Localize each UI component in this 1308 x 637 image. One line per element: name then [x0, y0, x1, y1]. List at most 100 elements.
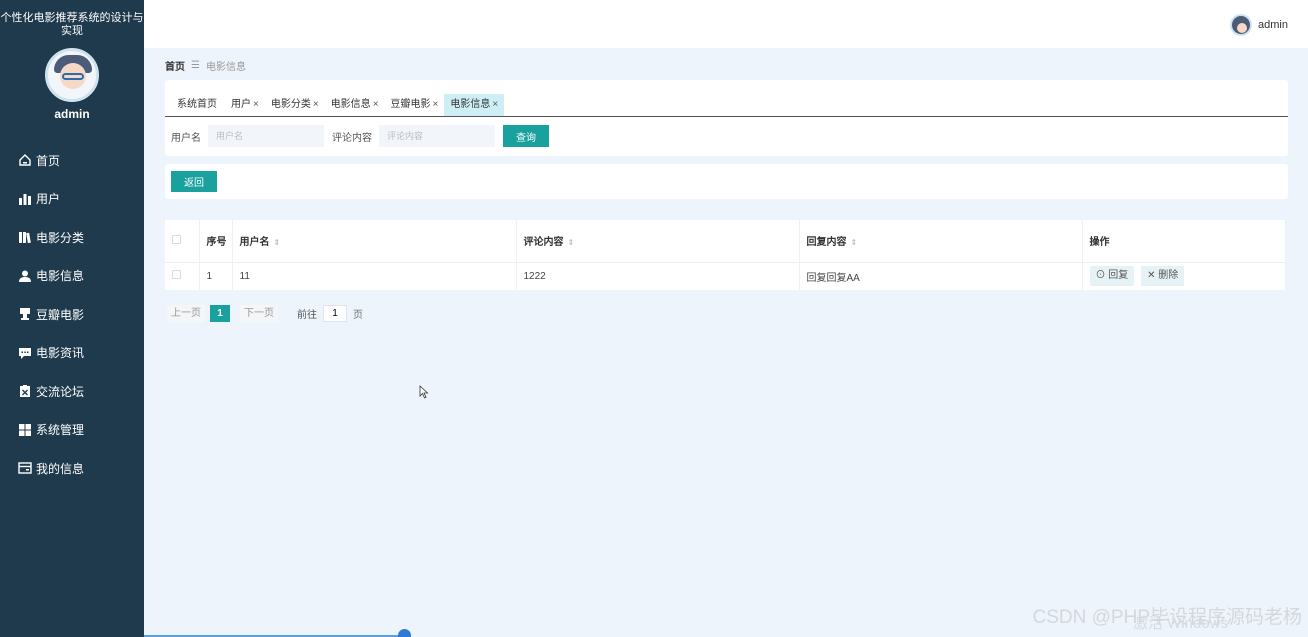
goto-label: 前往 — [297, 310, 317, 321]
sidebar-item-forum[interactable]: 交流论坛 — [0, 372, 144, 411]
sidebar-item-label: 电影资讯 — [36, 346, 85, 361]
next-page-button[interactable]: 下一页 — [240, 305, 278, 322]
goto-page-input[interactable] — [323, 305, 347, 322]
col-reply-label: 回复内容 — [806, 237, 847, 249]
tab-label: 用户 — [231, 99, 251, 110]
table-header-row: 序号 用户名 ⇕ 评论内容 ⇕ 回复内容 ⇕ 操作 — [165, 220, 1286, 263]
tab-label: 电影信息 — [450, 99, 491, 110]
col-index: 序号 — [199, 220, 233, 263]
query-button[interactable]: 查询 — [503, 125, 549, 147]
sidebar-item-label: 交流论坛 — [36, 384, 85, 399]
search-form: 用户名 评论内容 查询 — [171, 125, 549, 147]
sidebar-item-douban-movie[interactable]: 豆瓣电影 — [0, 295, 144, 334]
tab-movie-info-active[interactable]: 电影信息 × — [444, 94, 505, 116]
col-content-label: 评论内容 — [523, 237, 564, 249]
sort-icon[interactable]: ⇕ — [568, 238, 575, 247]
sort-icon[interactable]: ⇕ — [274, 238, 281, 247]
books-icon — [18, 230, 32, 244]
tab-system-home[interactable]: 系统首页 — [171, 94, 225, 116]
chat-icon — [18, 346, 32, 360]
home-icon — [18, 153, 32, 167]
username-label: 用户名 — [171, 132, 201, 144]
close-icon[interactable]: × — [373, 99, 379, 110]
breadcrumb-separator-icon: ☰ — [191, 60, 200, 71]
comment-content-input[interactable] — [379, 125, 495, 147]
sidebar-item-label: 系统管理 — [36, 423, 85, 438]
comment-content-label: 评论内容 — [332, 132, 372, 144]
tab-douban-movie[interactable]: 豆瓣电影 × — [385, 94, 445, 116]
close-icon[interactable]: × — [492, 99, 498, 110]
tab-label: 电影分类 — [270, 99, 311, 110]
sort-icon[interactable]: ⇕ — [851, 238, 858, 247]
actions-panel: 返回 — [165, 164, 1288, 199]
header-username: admin — [1258, 19, 1288, 31]
card-icon — [18, 461, 32, 475]
breadcrumb: 首页 ☰ 电影信息 — [165, 58, 246, 73]
row-comment-content: 1222 — [516, 262, 800, 290]
sidebar-item-label: 用户 — [36, 192, 61, 207]
breadcrumb-current: 电影信息 — [205, 62, 246, 73]
sidebar-item-movie-info[interactable]: 电影信息 — [0, 257, 144, 296]
sidebar-item-label: 豆瓣电影 — [36, 307, 85, 322]
row-reply-content: 回复回复AA — [799, 262, 1083, 290]
user-icon — [18, 269, 32, 283]
prev-page-button[interactable]: 上一页 — [167, 305, 205, 322]
sidebar: 个性化电影推荐系统的设计与实现 admin 首页 用户 电影分类 电影信息 豆瓣… — [0, 0, 144, 637]
bar-chart-icon — [18, 192, 32, 206]
tab-movie-info[interactable]: 电影信息 × — [325, 94, 385, 116]
row-checkbox[interactable] — [172, 270, 181, 280]
row-operations: ⊙ 回复 ✕ 删除 — [1082, 262, 1286, 290]
col-username[interactable]: 用户名 ⇕ — [232, 220, 517, 263]
header-avatar — [1230, 14, 1253, 36]
reply-button[interactable]: ⊙ 回复 — [1089, 266, 1135, 287]
close-icon[interactable]: × — [313, 99, 319, 110]
close-icon: ✕ — [1147, 270, 1156, 282]
reply-icon: ⊙ — [1095, 270, 1106, 282]
sidebar-item-home[interactable]: 首页 — [0, 141, 144, 180]
tab-movie-category[interactable]: 电影分类 × — [265, 94, 325, 116]
tab-users[interactable]: 用户 × — [225, 94, 265, 116]
col-comment-content[interactable]: 评论内容 ⇕ — [516, 220, 800, 263]
row-select-cell — [165, 262, 200, 290]
username-input[interactable] — [208, 125, 324, 147]
sidebar-item-label: 电影信息 — [36, 269, 85, 284]
tabs-search-panel: 系统首页 用户× 电影分类× 电影信息× 豆瓣电影× 电影信息× 用户名 评论内… — [165, 80, 1288, 156]
csdn-watermark: CSDN @PHP毕设程序源码老杨 — [1032, 607, 1302, 628]
comments-table: 序号 用户名 ⇕ 评论内容 ⇕ 回复内容 ⇕ 操作 1 11 1222 回复回复AA … — [165, 220, 1286, 290]
row-index: 1 — [199, 262, 233, 290]
page-number-current[interactable]: 1 — [210, 305, 230, 322]
col-username-label: 用户名 — [239, 237, 270, 249]
header-user-menu[interactable]: admin — [1230, 14, 1288, 36]
breadcrumb-home[interactable]: 首页 — [165, 58, 185, 73]
pagination: 上一页 1 下一页 前往 页 — [167, 305, 363, 322]
sidebar-username: admin — [54, 107, 90, 121]
sidebar-item-label: 首页 — [36, 153, 61, 168]
tab-label: 豆瓣电影 — [390, 99, 431, 110]
col-operation: 操作 — [1082, 220, 1286, 263]
mouse-cursor-icon — [419, 385, 429, 399]
select-all-cell — [165, 220, 200, 263]
delete-button-label: 删除 — [1158, 270, 1179, 282]
delete-button[interactable]: ✕ 删除 — [1141, 266, 1185, 287]
reply-button-label: 回复 — [1108, 270, 1129, 282]
sidebar-item-movie-category[interactable]: 电影分类 — [0, 218, 144, 257]
close-icon[interactable]: × — [433, 99, 439, 110]
sidebar-item-system-management[interactable]: 系统管理 — [0, 411, 144, 450]
clipboard-icon — [18, 384, 32, 398]
sidebar-item-users[interactable]: 用户 — [0, 180, 144, 219]
tab-divider — [165, 116, 1288, 117]
sidebar-menu: 首页 用户 电影分类 电影信息 豆瓣电影 电影资讯 交流论坛 系统管理 我的信息 — [0, 141, 144, 488]
top-header: admin — [144, 0, 1308, 48]
stamp-icon — [18, 307, 32, 321]
tab-label: 电影信息 — [330, 99, 371, 110]
sidebar-item-movie-news[interactable]: 电影资讯 — [0, 334, 144, 373]
progress-handle[interactable] — [398, 629, 411, 637]
back-button[interactable]: 返回 — [171, 171, 217, 192]
select-all-checkbox[interactable] — [172, 234, 181, 244]
page-suffix: 页 — [353, 310, 363, 321]
sidebar-item-my-info[interactable]: 我的信息 — [0, 449, 144, 488]
close-icon[interactable]: × — [253, 99, 259, 110]
table-row: 1 11 1222 回复回复AA ⊙ 回复 ✕ 删除 — [165, 262, 1286, 290]
col-reply-content[interactable]: 回复内容 ⇕ — [799, 220, 1083, 263]
grid-icon — [18, 423, 32, 437]
